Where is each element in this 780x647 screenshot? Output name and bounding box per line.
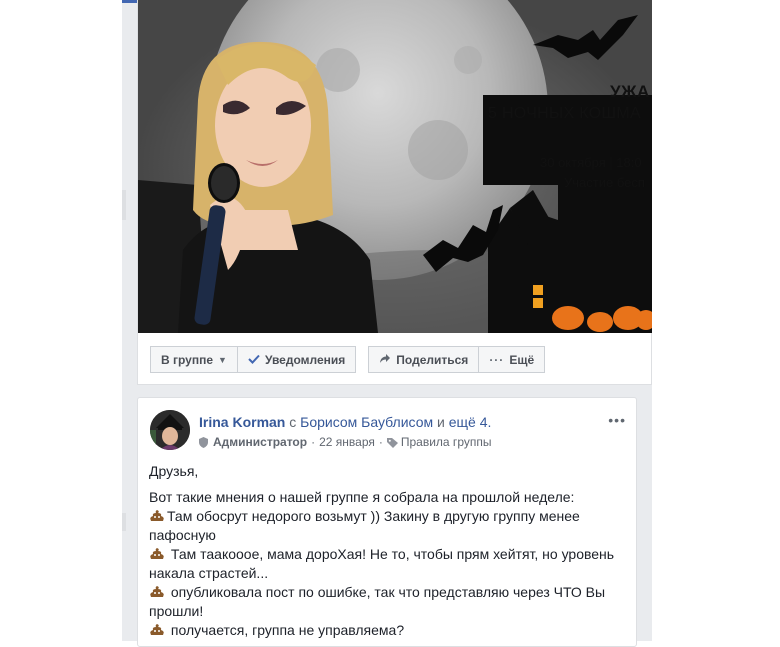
- pile-of-poo-icon: [150, 510, 164, 521]
- tagged-person-link[interactable]: Борисом Баублисом: [300, 414, 433, 430]
- and-text: и: [437, 414, 445, 430]
- checkmark-icon: [248, 353, 260, 367]
- group-cover-photo[interactable]: УЖА 5 НОЧНЫХ КОШМА 30 октября | 18:0 Уча…: [138, 0, 652, 333]
- tagged-others-link[interactable]: ещё 4.: [449, 414, 492, 430]
- post-header-line: Irina Korman с Борисом Баублисом и ещё 4…: [199, 414, 491, 430]
- cover-entry-info: Участие бесп: [564, 175, 645, 190]
- notifications-label: Уведомления: [264, 352, 346, 367]
- meta-separator: ·: [311, 435, 316, 449]
- cover-subtitle: 5 НОЧНЫХ КОШМА: [488, 105, 641, 122]
- cover-title: УЖА: [610, 82, 650, 101]
- post-line-item: Там таакооое, мама дороХая! Не то, чтобы…: [149, 545, 629, 583]
- share-label: Поделиться: [396, 352, 469, 367]
- post-line: Вот такие мнения о нашей группе я собрал…: [149, 489, 575, 505]
- post-line: Друзья,: [149, 463, 199, 479]
- quote-text: получается, группа не управляема?: [170, 622, 405, 638]
- chevron-down-icon: ▼: [218, 354, 227, 365]
- feed-edge: [122, 513, 126, 531]
- notifications-button[interactable]: Уведомления: [237, 346, 357, 373]
- group-actions-bar: В группе ▼ Уведомления Поделиться ··· Ещ…: [150, 346, 546, 373]
- group-post: Irina Korman с Борисом Баублисом и ещё 4…: [137, 397, 637, 647]
- author-role: Администратор: [213, 435, 308, 449]
- quote-text: Там обосрут недорого возьмут )) Закину в…: [149, 508, 580, 543]
- post-line-item: опубликовала пост по ошибке, так что пре…: [149, 583, 629, 621]
- more-label: Ещё: [509, 352, 535, 367]
- pile-of-poo-icon: [150, 624, 164, 635]
- group-cover-card: УЖА 5 НОЧНЫХ КОШМА 30 октября | 18:0 Уча…: [137, 0, 652, 385]
- post-line-item: Там обосрут недорого возьмут )) Закину в…: [149, 507, 629, 545]
- group-rules-link[interactable]: Правила группы: [401, 435, 492, 449]
- author-avatar[interactable]: [150, 410, 190, 450]
- admin-shield-icon: [199, 436, 208, 448]
- pile-of-poo-icon: [150, 586, 164, 597]
- pile-of-poo-icon: [150, 548, 164, 559]
- joined-group-button[interactable]: В группе ▼: [150, 346, 238, 373]
- more-dots-icon: ···: [489, 352, 505, 367]
- more-button[interactable]: ··· Ещё: [479, 346, 546, 373]
- post-line-item: получается, группа не управляема?: [149, 621, 629, 640]
- post-body: Друзья, Вот такие мнения о нашей группе …: [149, 462, 629, 640]
- quote-text: Там таакооое, мама дороХая! Не то, чтобы…: [149, 546, 615, 581]
- post-options-icon[interactable]: •••: [608, 412, 626, 428]
- joined-group-label: В группе: [161, 352, 214, 367]
- with-prefix: с: [289, 414, 297, 430]
- feed-edge: [122, 190, 126, 220]
- cover-date: 30 октября | 18:0: [540, 155, 642, 170]
- quote-text: опубликовала пост по ошибке, так что пре…: [149, 584, 606, 619]
- share-button[interactable]: Поделиться: [368, 346, 480, 373]
- post-meta-line: Администратор · 22 января · Правила груп…: [199, 435, 491, 449]
- post-date-link[interactable]: 22 января: [319, 435, 375, 449]
- author-name-link[interactable]: Irina Korman: [199, 414, 285, 430]
- share-arrow-icon: [379, 353, 391, 367]
- meta-separator: ·: [378, 435, 383, 449]
- tag-icon: [386, 437, 398, 448]
